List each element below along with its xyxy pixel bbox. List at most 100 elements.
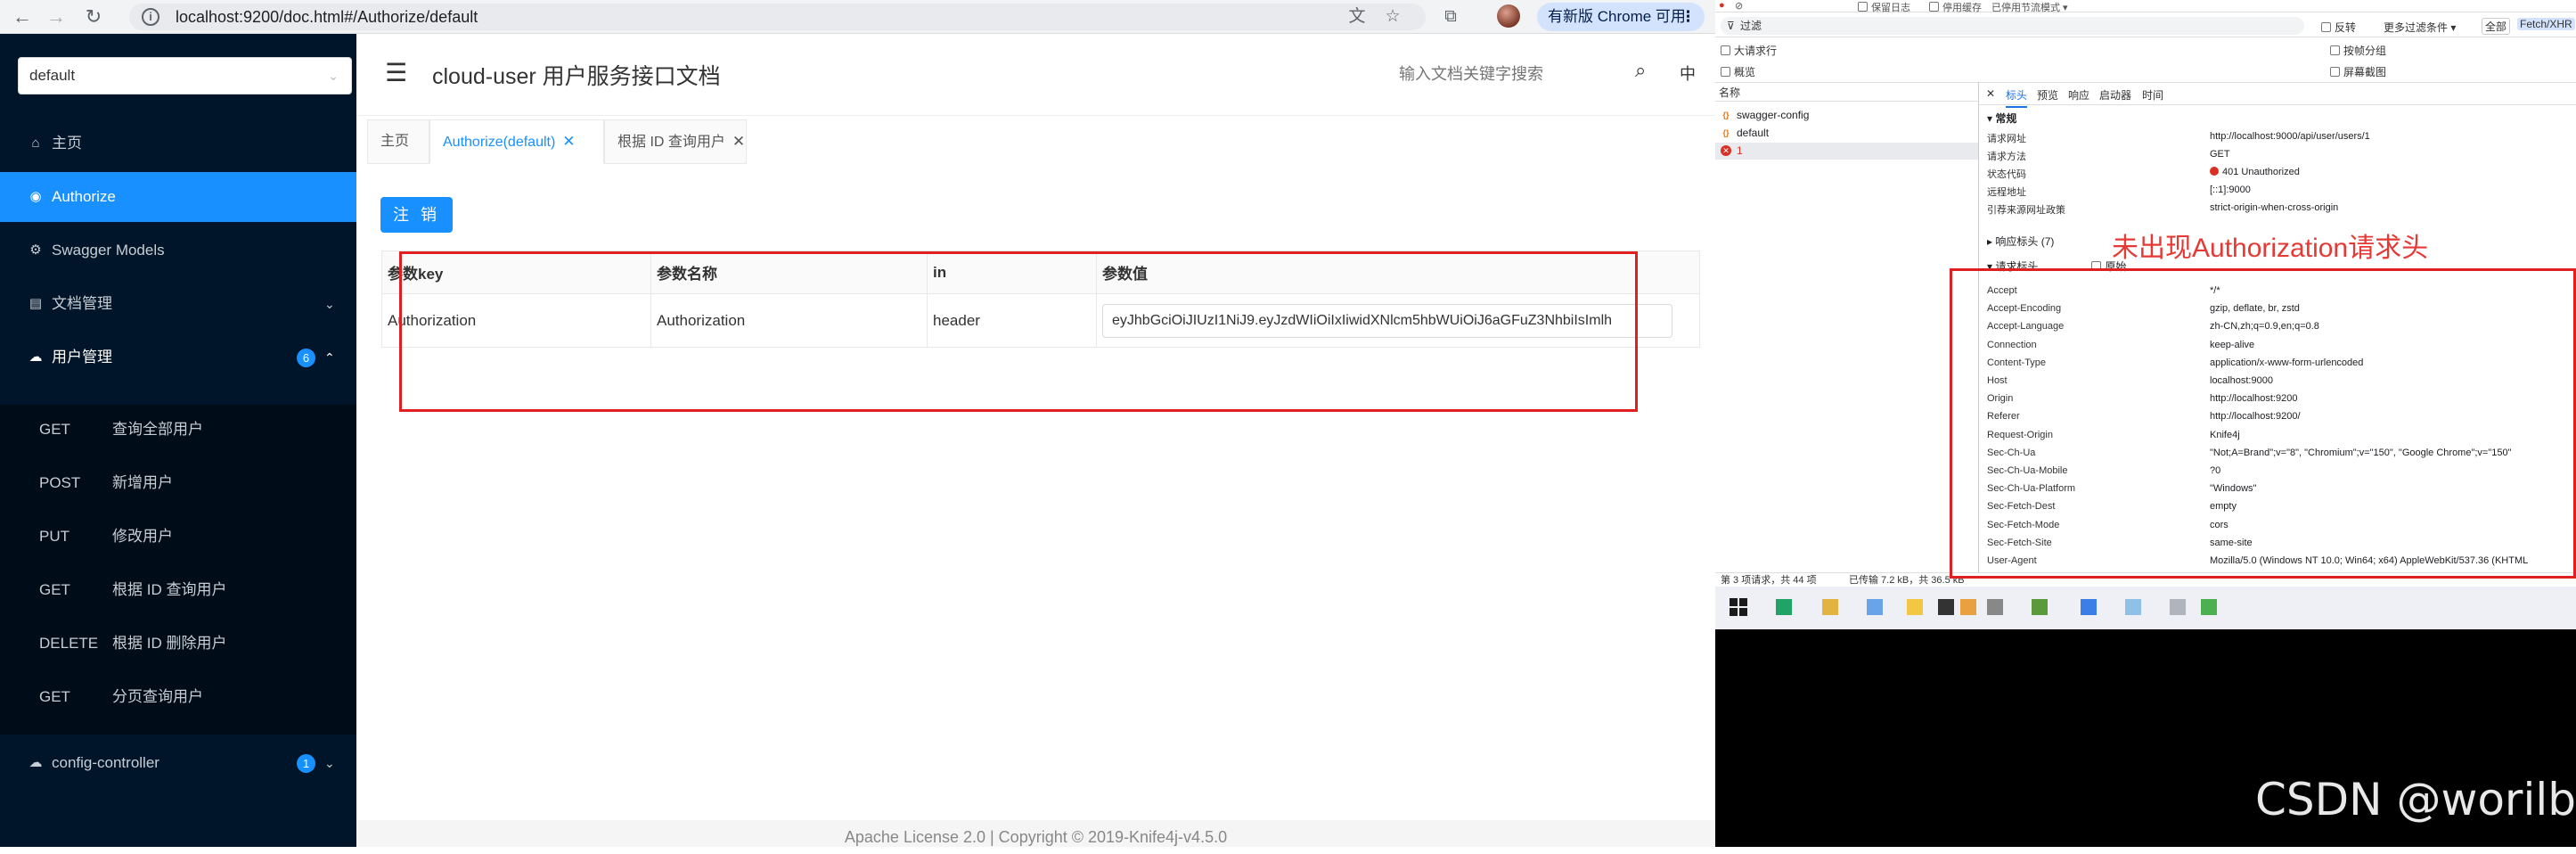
api-item[interactable]: GET 分页查询用户 xyxy=(0,672,356,722)
request-list-header: 名称 xyxy=(1715,82,1978,102)
tab-response[interactable]: 响应 xyxy=(2068,87,2089,103)
profile-avatar[interactable] xyxy=(1497,4,1520,28)
sidebar-item-user-manage[interactable]: ☁ 用户管理 6 ⌃ xyxy=(0,333,356,382)
app-icon[interactable] xyxy=(1987,599,2003,615)
sidebar-item-home[interactable]: ⌂ 主页 xyxy=(0,119,356,168)
throttle-select[interactable]: 已停用节流模式 ▾ xyxy=(1991,0,2068,14)
api-method: GET xyxy=(39,688,70,705)
request-row[interactable]: {} default xyxy=(1715,125,1978,142)
count-badge: 1 xyxy=(297,754,315,773)
group-select[interactable]: default ⌄ xyxy=(18,57,352,94)
search-icon[interactable]: ⌕ xyxy=(1635,59,1646,82)
sidebar-item-authorize[interactable]: ◉ Authorize xyxy=(0,172,356,222)
tab-label: 主页 xyxy=(380,134,410,149)
header-key: 引荐来源网址政策 xyxy=(1987,205,2065,216)
tab-preview[interactable]: 预览 xyxy=(2037,87,2058,103)
chevron-up-icon: ⌃ xyxy=(324,350,335,365)
option-preserve-log[interactable]: 保留日志 xyxy=(1858,0,1910,14)
xhr-icon: {} xyxy=(1722,128,1730,137)
tab-timing[interactable]: 时间 xyxy=(2142,87,2163,103)
clear-icon[interactable]: ⊘ xyxy=(1735,0,1743,12)
app-icon[interactable] xyxy=(2081,599,2097,615)
chevron-down-icon: ⌄ xyxy=(328,69,339,83)
option-overview[interactable]: 概览 xyxy=(1721,64,1755,79)
sidebar: default ⌄ ⌂ 主页 ◉ Authorize ⚙ Swagger Mod… xyxy=(0,34,356,847)
more-menu-icon[interactable]: ⋮ xyxy=(1681,3,1696,31)
tab-home[interactable]: 主页 xyxy=(367,119,429,164)
chevron-down-icon: ⌄ xyxy=(324,756,335,770)
close-icon[interactable]: ✕ xyxy=(1986,87,1995,100)
logout-button[interactable]: 注 销 xyxy=(380,197,453,233)
annotation-text: 未出现Authorization请求头 xyxy=(2112,234,2429,263)
app-icon[interactable] xyxy=(1960,599,1976,615)
doc-header: ☰ cloud-user 用户服务接口文档 ⌕ 中 xyxy=(356,34,1715,116)
request-row[interactable]: ✕ 1 xyxy=(1715,143,1978,160)
chevron-down-icon: ⌄ xyxy=(324,297,335,311)
update-chrome-button[interactable]: 有新版 Chrome 可用 ⋮ xyxy=(1537,3,1705,31)
sidebar-item-label: Authorize xyxy=(52,188,116,205)
address-url[interactable]: localhost:9200/doc.html#/Authorize/defau… xyxy=(176,8,478,27)
option-invert[interactable]: 反转 xyxy=(2321,20,2356,35)
app-icon[interactable] xyxy=(2201,599,2217,615)
search-input[interactable] xyxy=(1399,59,1631,89)
sidebar-item-swagger-models[interactable]: ⚙ Swagger Models xyxy=(0,226,356,275)
address-bar[interactable]: i localhost:9200/doc.html#/Authorize/def… xyxy=(129,4,1426,30)
app-icon[interactable] xyxy=(2125,599,2141,615)
option-screenshots[interactable]: 屏幕截图 xyxy=(2330,64,2386,79)
translate-icon[interactable]: 文 xyxy=(1345,5,1369,29)
menu-toggle-icon[interactable]: ☰ xyxy=(385,61,407,86)
xhr-icon: {} xyxy=(1722,111,1730,119)
response-headers-section[interactable]: ▸ 响应标头 (7) xyxy=(1987,234,2054,249)
language-switch[interactable]: 中 xyxy=(1680,62,1696,85)
api-title: 新增用户 xyxy=(112,474,173,491)
api-item[interactable]: DELETE 根据 ID 删除用户 xyxy=(0,619,356,669)
sidebar-item-config-controller[interactable]: ☁ config-controller 1 ⌄ xyxy=(0,738,356,788)
option-disable-cache[interactable]: 停用缓存 xyxy=(1929,0,1982,14)
filter-input[interactable]: ⊽ 过滤 xyxy=(1721,17,2304,35)
request-name: default xyxy=(1737,127,1770,139)
filter-all-button[interactable]: 全部 xyxy=(2482,18,2511,35)
sidebar-item-doc-manage[interactable]: ▤ 文档管理 ⌄ xyxy=(0,279,356,329)
api-method: DELETE xyxy=(39,635,99,652)
option-group-by-frame[interactable]: 按帧分组 xyxy=(2330,43,2386,58)
app-icon[interactable] xyxy=(2170,599,2186,615)
api-item[interactable]: PUT 修改用户 xyxy=(0,512,356,562)
back-arrow-icon[interactable]: ← xyxy=(11,5,34,29)
app-icon[interactable] xyxy=(1938,599,1954,615)
app-icon[interactable] xyxy=(2032,599,2048,615)
more-filters-button[interactable]: 更多过滤条件 ▾ xyxy=(2384,20,2456,35)
app-icon[interactable] xyxy=(1907,599,1923,615)
tab-label: 根据 ID 查询用户 xyxy=(617,135,725,150)
sidebar-item-label: config-controller xyxy=(52,754,159,771)
cloud-icon: ☁ xyxy=(29,755,43,770)
app-icon[interactable] xyxy=(1867,599,1883,615)
api-item[interactable]: GET 根据 ID 查询用户 xyxy=(0,565,356,615)
api-method: GET xyxy=(39,581,70,598)
tab-get-user-by-id[interactable]: 根据 ID 查询用户 ✕ xyxy=(604,119,747,164)
page-title: cloud-user 用户服务接口文档 xyxy=(432,64,721,89)
general-section[interactable]: ▾ 常规 xyxy=(1987,111,2016,126)
sidebar-item-label: 主页 xyxy=(52,135,82,152)
record-icon[interactable]: ● xyxy=(1719,0,1725,11)
extensions-icon[interactable]: ⧉ xyxy=(1439,5,1462,29)
api-method: POST xyxy=(39,474,81,491)
request-row[interactable]: {} swagger-config xyxy=(1715,107,1978,124)
api-item[interactable]: POST 新增用户 xyxy=(0,458,356,508)
reload-icon[interactable]: ↻ xyxy=(82,5,105,29)
filter-fetch-xhr-button[interactable]: Fetch/XHR xyxy=(2517,18,2575,30)
windows-start-icon[interactable] xyxy=(1730,598,1747,616)
app-icon[interactable] xyxy=(1822,599,1838,615)
transfer-size: 已传输 7.2 kB，共 36.5 kB xyxy=(1849,575,1965,586)
forward-arrow-icon[interactable]: → xyxy=(45,5,68,29)
tab-initiator[interactable]: 启动器 xyxy=(2099,87,2131,103)
site-info-icon[interactable]: i xyxy=(142,8,159,26)
option-big-rows[interactable]: 大请求行 xyxy=(1721,43,1777,58)
close-icon[interactable]: ✕ xyxy=(562,133,575,150)
request-count: 第 3 项请求，共 44 项 xyxy=(1721,575,1817,586)
tab-authorize[interactable]: Authorize(default) ✕ xyxy=(429,119,604,164)
close-icon[interactable]: ✕ xyxy=(732,133,745,150)
app-icon[interactable] xyxy=(1776,599,1792,615)
api-item[interactable]: GET 查询全部用户 xyxy=(0,405,356,455)
bookmark-star-icon[interactable]: ☆ xyxy=(1381,5,1404,29)
tab-headers[interactable]: 标头 xyxy=(2006,87,2028,108)
